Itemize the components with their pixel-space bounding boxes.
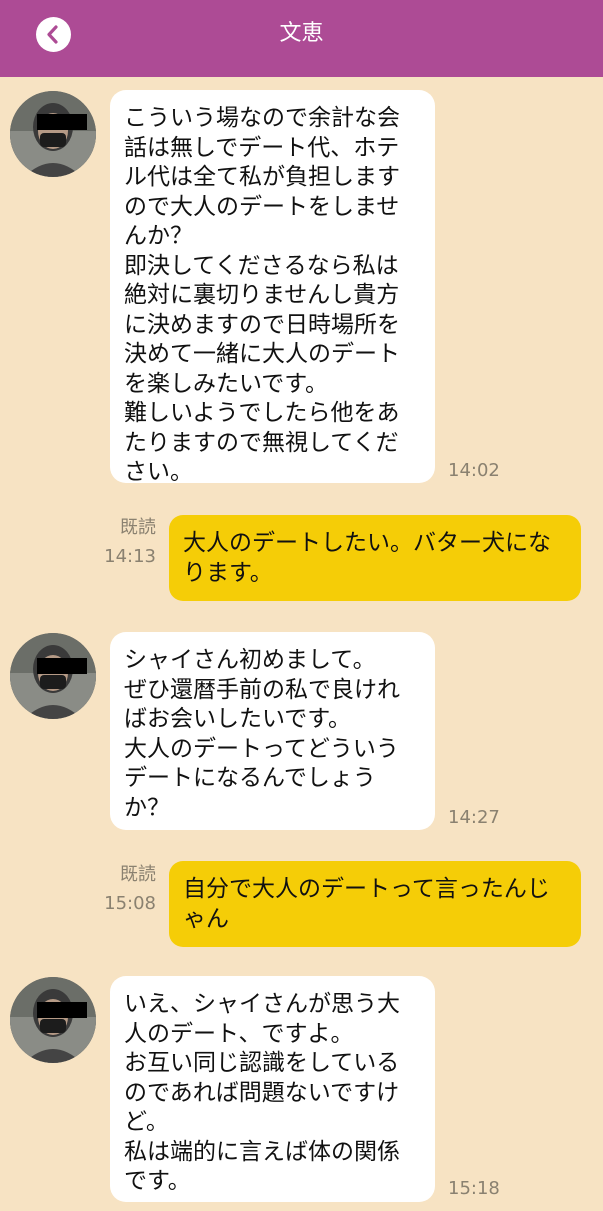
user-avatar (10, 91, 96, 177)
incoming-message: こういう場なので余計な会 話は無しでデート代、ホテ ル代は全て私が負担します の… (110, 90, 435, 485)
outgoing-message: 自分で大人のデートって言ったんじ ゃん (169, 861, 581, 947)
incoming-message: シャイさん初めまして。 ぜひ還暦手前の私で良けれ ばお会いしたいです。 大人のデ… (110, 632, 435, 830)
message-time: 15:18 (448, 1178, 500, 1199)
read-receipt: 既読 (120, 864, 156, 885)
censor-bar (37, 658, 87, 674)
avatar[interactable] (10, 977, 96, 1063)
app-header: 文恵 (0, 0, 603, 77)
incoming-message: いえ、シャイさんが思う大 人のデート、ですよ。 お互い同じ認識をしている のであ… (110, 976, 435, 1202)
chat-partner-name: 文恵 (279, 21, 324, 46)
avatar[interactable] (10, 633, 96, 719)
message-time: 14:27 (448, 807, 500, 828)
censor-bar (37, 114, 87, 130)
message-time: 14:02 (448, 460, 500, 481)
user-avatar (10, 633, 96, 719)
censor-bar (37, 1002, 87, 1018)
read-receipt: 既読 (120, 517, 156, 538)
user-avatar (10, 977, 96, 1063)
message-time: 15:08 (104, 893, 156, 914)
avatar[interactable] (10, 91, 96, 177)
outgoing-message: 大人のデートしたい。バター犬にな ります。 (169, 515, 581, 601)
message-time: 14:13 (104, 546, 156, 567)
